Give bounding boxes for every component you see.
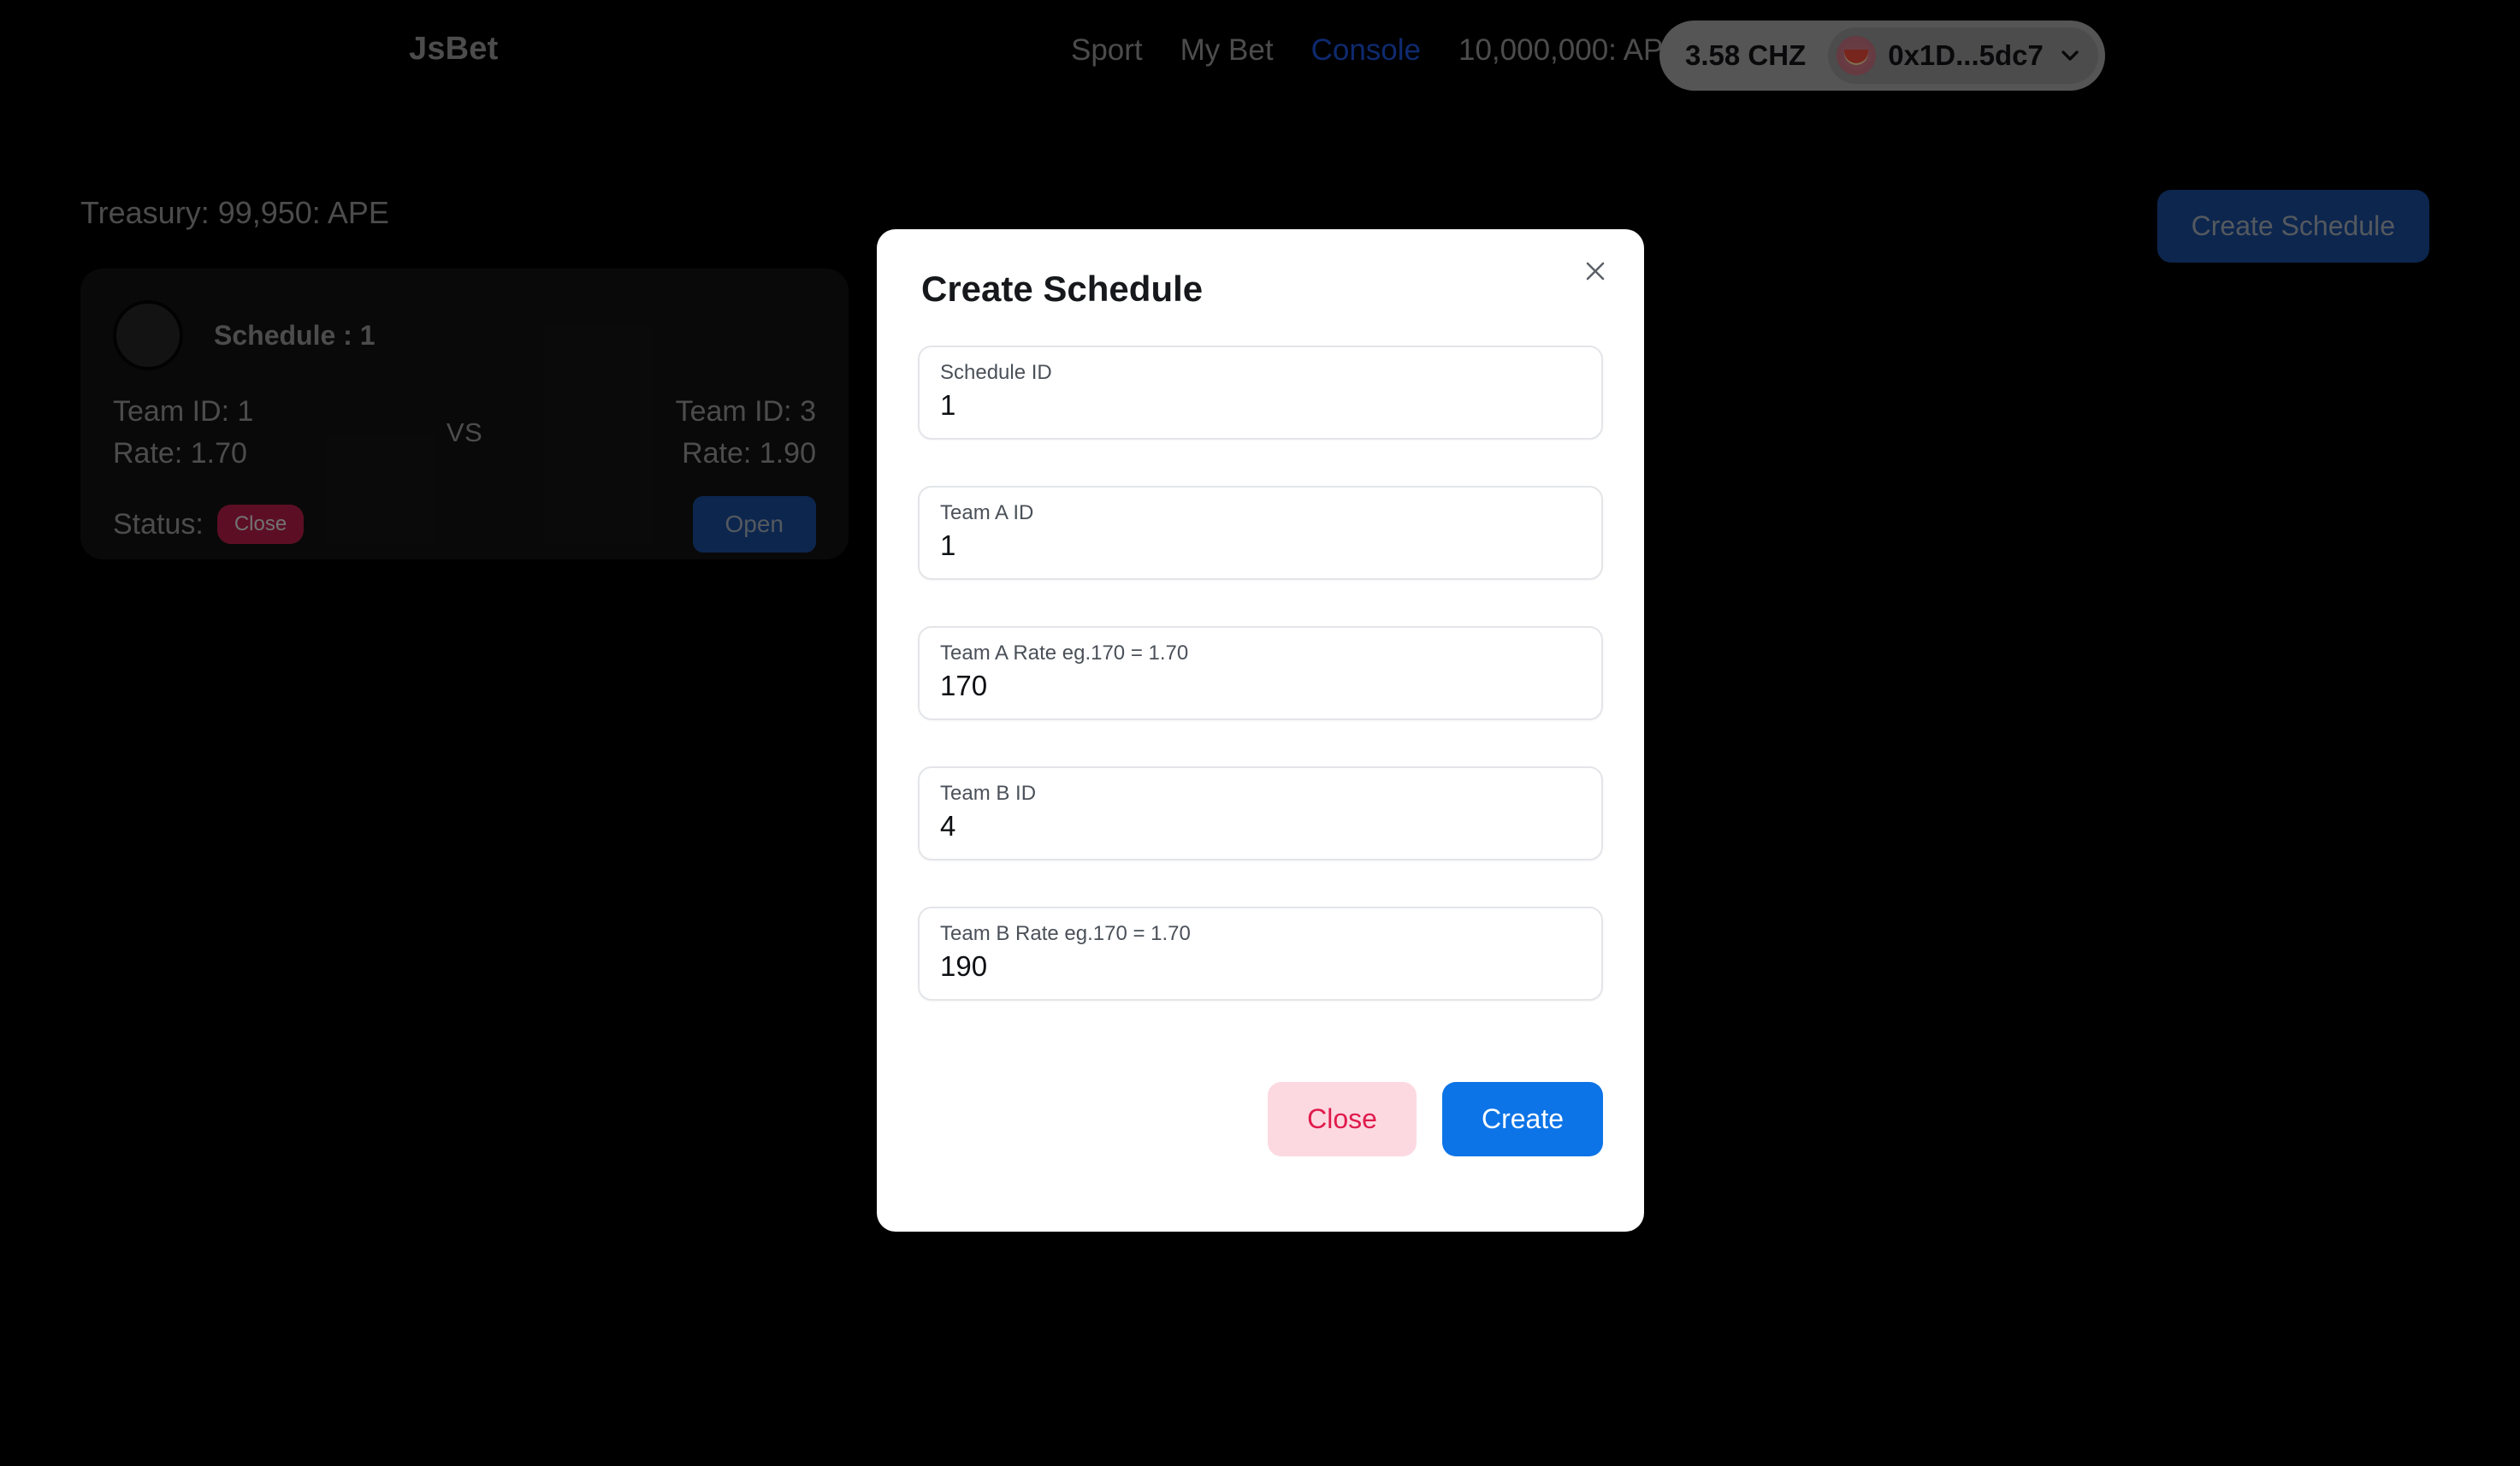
field-team-a-rate-label: Team A Rate eg.170 = 1.70 [940, 641, 1189, 665]
field-team-b-rate-label: Team B Rate eg.170 = 1.70 [940, 922, 1191, 945]
modal-title: Create Schedule [921, 269, 1204, 309]
team-b-rate-input[interactable] [940, 948, 1581, 985]
modal-actions: Close Create [1268, 1082, 1603, 1156]
team-b-id-input[interactable] [940, 807, 1581, 845]
schedule-id-input[interactable] [940, 387, 1581, 424]
app-root: JsBet Sport My Bet Console 10,000,000: A… [0, 0, 2520, 1466]
field-schedule-id[interactable]: Schedule ID [918, 346, 1603, 440]
field-team-b-id[interactable]: Team B ID [918, 766, 1603, 860]
field-schedule-id-label: Schedule ID [940, 361, 1052, 384]
create-schedule-modal: Create Schedule Schedule ID Team A ID Te… [877, 229, 1644, 1232]
field-team-a-rate[interactable]: Team A Rate eg.170 = 1.70 [918, 626, 1603, 720]
team-a-id-input[interactable] [940, 527, 1581, 565]
close-x-icon[interactable] [1571, 246, 1620, 296]
field-team-a-id[interactable]: Team A ID [918, 486, 1603, 580]
modal-create-button[interactable]: Create [1441, 1082, 1603, 1156]
field-team-b-rate[interactable]: Team B Rate eg.170 = 1.70 [918, 907, 1603, 1001]
field-team-a-id-label: Team A ID [940, 501, 1034, 524]
modal-close-button[interactable]: Close [1268, 1082, 1417, 1156]
team-a-rate-input[interactable] [940, 667, 1581, 705]
field-team-b-id-label: Team B ID [940, 782, 1037, 805]
